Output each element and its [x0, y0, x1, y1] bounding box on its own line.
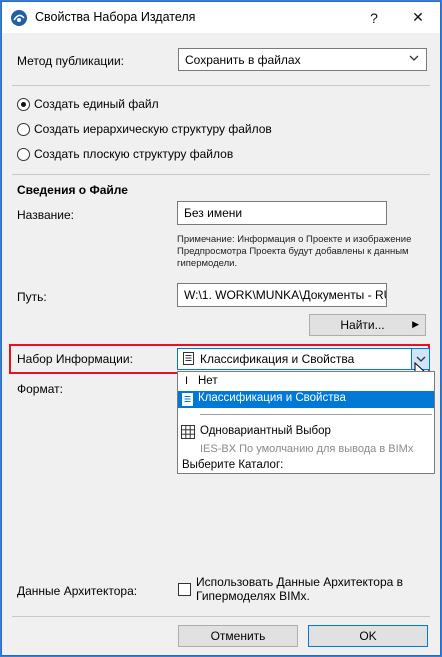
name-input[interactable]: Без имени [177, 201, 387, 225]
dropdown-item-ies-bx[interactable]: IES-BX По умолчанию для вывода в BIMx [178, 442, 434, 459]
info-set-label: Набор Информации: [17, 352, 133, 366]
chevron-down-icon [409, 55, 419, 61]
radio-flat-label[interactable]: Создать плоскую структуру файлов [34, 147, 233, 161]
file-info-heading: Сведения о Файле [17, 183, 128, 197]
path-input[interactable]: W:\1. WORK\MUNKA\Документы - RUS [177, 283, 387, 307]
radio-single-file[interactable] [17, 98, 30, 111]
dropdown-divider [200, 414, 432, 415]
dropdown-item-classification[interactable]: Классификация и Свойства [178, 391, 434, 408]
ok-button[interactable]: OK [308, 625, 428, 647]
text-cursor-icon: I [185, 375, 189, 387]
radio-single-file-label[interactable]: Создать единый файл [34, 97, 159, 111]
document-icon [183, 352, 194, 365]
dialog-window: Свойства Набора Издателя ? ✕ Метод публи… [1, 1, 441, 656]
close-button[interactable]: ✕ [398, 2, 438, 33]
grid-icon [181, 425, 195, 439]
divider [12, 85, 430, 86]
name-label: Название: [17, 208, 74, 222]
publish-method-select[interactable]: Сохранить в файлах [178, 48, 427, 71]
info-set-value: Классификация и Свойства [200, 352, 355, 366]
radio-hierarchical-label[interactable]: Создать иерархическую структуру файлов [34, 122, 272, 136]
divider [12, 174, 430, 175]
title-bar[interactable]: Свойства Набора Издателя ? ✕ [2, 2, 440, 33]
format-label: Формат: [17, 382, 63, 396]
window-title: Свойства Набора Издателя [35, 10, 196, 24]
cancel-button[interactable]: Отменить [178, 625, 298, 647]
architect-data-label: Данные Архитектора: [17, 584, 138, 598]
note-text: Примечание: Информация о Проекте и изобр… [177, 234, 412, 269]
document-icon [182, 393, 193, 406]
find-button[interactable]: Найти... ▶ [309, 314, 426, 336]
radio-hierarchical[interactable] [17, 123, 30, 136]
app-logo-icon [11, 10, 27, 26]
dropdown-item-choose-catalog[interactable]: Выберите Каталог: [178, 458, 434, 475]
publish-method-value: Сохранить в файлах [185, 53, 301, 67]
publish-method-label: Метод публикации: [17, 54, 124, 68]
architect-data-checkbox-label[interactable]: Использовать Данные Архитектора в Гиперм… [196, 575, 426, 603]
path-label: Путь: [17, 290, 47, 304]
divider [12, 616, 430, 617]
dropdown-item-single-choice[interactable]: Одновариантный Выбор [178, 424, 434, 441]
find-button-label: Найти... [340, 318, 385, 332]
radio-flat[interactable] [17, 148, 30, 161]
play-triangle-icon: ▶ [412, 319, 419, 329]
info-set-select[interactable]: Классификация и Свойства [177, 348, 430, 370]
architect-data-checkbox[interactable] [178, 583, 191, 596]
info-set-dropdown-list: I Нет Классификация и Свойства Одновариа… [177, 371, 435, 474]
dropdown-item-none[interactable]: I Нет [178, 374, 434, 391]
help-button[interactable]: ? [354, 2, 394, 33]
